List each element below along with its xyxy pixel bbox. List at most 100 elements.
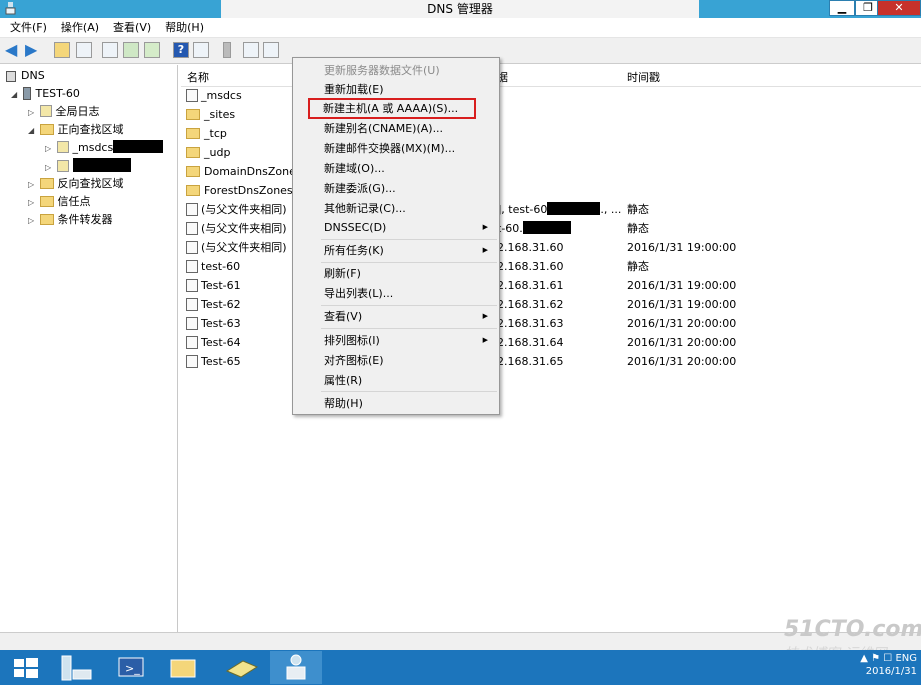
server-manager-icon: [61, 655, 92, 681]
menu-separator: [321, 328, 497, 329]
expand-arrow-icon[interactable]: ▷: [28, 105, 36, 121]
menu-item-new-alias[interactable]: 新建别名(CNAME)(A)...: [294, 119, 498, 138]
expand-arrow-icon[interactable]: ▷: [45, 141, 53, 157]
domain-icon[interactable]: [263, 42, 279, 58]
up-folder-icon[interactable]: [54, 42, 70, 58]
menu-item-arrange-icons[interactable]: 排列图标(I) ▶: [294, 331, 498, 350]
record-icon: [186, 260, 198, 273]
start-button[interactable]: [0, 651, 52, 684]
tree-item-trust-points[interactable]: ▷ 信任点: [28, 194, 91, 211]
submenu-arrow-icon: ▶: [482, 336, 488, 344]
record-icon: [186, 336, 198, 349]
expand-arrow-icon[interactable]: ▷: [45, 160, 53, 176]
menu-view[interactable]: 查看(V): [106, 18, 158, 38]
expand-arrow-icon[interactable]: ▷: [28, 177, 36, 193]
minimize-button[interactable]: ▁: [829, 0, 855, 16]
folder-icon: [39, 178, 54, 189]
properties-icon[interactable]: [102, 42, 118, 58]
folder-icon: [186, 185, 200, 196]
expand-arrow-icon[interactable]: ▷: [28, 195, 36, 211]
tree-item-msdcs-zone[interactable]: ▷ _msdcs: [45, 140, 164, 157]
windows-logo-icon: [14, 658, 38, 678]
menu-file[interactable]: 文件(F): [3, 18, 54, 38]
status-bar: [0, 632, 921, 650]
log-icon: [39, 105, 52, 117]
zone-icon: [56, 160, 69, 172]
submenu-arrow-icon: ▶: [482, 312, 488, 320]
menu-item-reload[interactable]: 重新加载(E): [294, 80, 498, 99]
menu-item-line-up-icons[interactable]: 对齐图标(E): [294, 351, 498, 370]
folder-icon: [39, 214, 54, 225]
column-timestamp[interactable]: 时间戳: [627, 69, 660, 85]
tree-item-forward-zones[interactable]: ◢ 正向查找区域: [28, 122, 124, 139]
export-list-icon[interactable]: [144, 42, 160, 58]
menu-item-new-domain[interactable]: 新建域(O)...: [294, 159, 498, 178]
menu-item-help[interactable]: 帮助(H): [294, 394, 498, 413]
tree-item-server[interactable]: ◢ TEST-60: [11, 86, 80, 103]
expand-arrow-icon[interactable]: ◢: [28, 123, 36, 139]
tree-item-dns[interactable]: DNS: [6, 68, 45, 84]
expand-arrow-icon[interactable]: ◢: [11, 87, 19, 103]
menu-separator: [321, 262, 497, 263]
record-icon: [186, 298, 198, 311]
back-arrow-icon[interactable]: ◀: [5, 42, 21, 58]
context-menu: 更新服务器数据文件(U) 重新加载(E) 新建主机(A 或 AAAA)(S)..…: [292, 57, 500, 415]
menu-item-new-mx[interactable]: 新建邮件交换器(MX)(M)...: [294, 139, 498, 158]
column-name[interactable]: 名称: [187, 69, 209, 85]
server-icon: [22, 87, 31, 100]
zone-icon: [56, 141, 69, 153]
refresh-icon[interactable]: [123, 42, 139, 58]
folder-icon: [186, 109, 200, 120]
dns-manager-taskbar-button[interactable]: [270, 651, 322, 684]
folder-icon: [186, 166, 200, 177]
zone-icon: [186, 89, 198, 102]
menu-item-refresh[interactable]: 刷新(F): [294, 264, 498, 283]
tray-date[interactable]: 2016/1/31: [866, 666, 917, 677]
menu-item-new-delegation[interactable]: 新建委派(G)...: [294, 179, 498, 198]
title-bar: DNS 管理器 ▁ ❐ ✕: [0, 0, 921, 18]
record-icon: [186, 355, 198, 368]
record-list-icon[interactable]: [243, 42, 259, 58]
menu-item-other-records[interactable]: 其他新记录(C)...: [294, 199, 498, 218]
submenu-arrow-icon: ▶: [482, 246, 488, 254]
menu-action[interactable]: 操作(A): [54, 18, 106, 38]
redacted-block: [547, 202, 601, 215]
menu-separator: [321, 305, 497, 306]
record-icon: [186, 222, 198, 235]
tree-item-reverse-zones[interactable]: ▷ 反向查找区域: [28, 176, 124, 193]
menu-item-export-list[interactable]: 导出列表(L)...: [294, 284, 498, 303]
app-button[interactable]: [215, 651, 267, 684]
submenu-arrow-icon: ▶: [482, 223, 488, 231]
menu-separator: [321, 391, 497, 392]
expand-arrow-icon[interactable]: ▷: [28, 213, 36, 229]
redacted-block: [72, 158, 131, 172]
menu-item-properties[interactable]: 属性(R): [294, 371, 498, 390]
menu-item-new-host[interactable]: 新建主机(A 或 AAAA)(S)...: [308, 98, 476, 119]
folder-icon: [170, 659, 196, 678]
show-hide-tree-icon[interactable]: [76, 42, 92, 58]
console-tree: DNS ◢ TEST-60 ▷ 全局日志 ◢ 正向查找区域 ▷ _msdcs ▷…: [0, 65, 178, 632]
menu-item-view[interactable]: 查看(V) ▶: [294, 307, 498, 326]
menu-bar: 文件(F) 操作(A) 查看(V) 帮助(H): [0, 18, 921, 38]
tree-item-domain-zone[interactable]: ▷: [45, 158, 131, 176]
server-manager-button[interactable]: [52, 651, 104, 684]
close-button[interactable]: ✕: [877, 0, 921, 16]
action-pane-icon[interactable]: [193, 42, 209, 58]
folder-icon: [186, 147, 200, 158]
menu-help[interactable]: 帮助(H): [158, 18, 211, 38]
tray-icons[interactable]: ▲ ⚑ ☐: [860, 653, 895, 664]
menu-item-all-tasks[interactable]: 所有任务(K) ▶: [294, 241, 498, 260]
record-icon: [186, 279, 198, 292]
help-icon[interactable]: ?: [173, 42, 189, 58]
powershell-button[interactable]: >_: [104, 651, 156, 684]
server-icon[interactable]: [223, 42, 231, 58]
menu-item-dnssec[interactable]: DNSSEC(D) ▶: [294, 218, 498, 237]
folder-icon: [186, 128, 200, 139]
dns-icon: [286, 654, 306, 680]
file-explorer-button[interactable]: [156, 651, 208, 684]
menu-item-update-server-data: 更新服务器数据文件(U): [324, 64, 440, 77]
tree-item-conditional-forwarders[interactable]: ▷ 条件转发器: [28, 212, 113, 229]
forward-arrow-icon[interactable]: ▶: [25, 42, 41, 58]
record-icon: [186, 241, 198, 254]
tree-item-global-log[interactable]: ▷ 全局日志: [28, 104, 100, 121]
